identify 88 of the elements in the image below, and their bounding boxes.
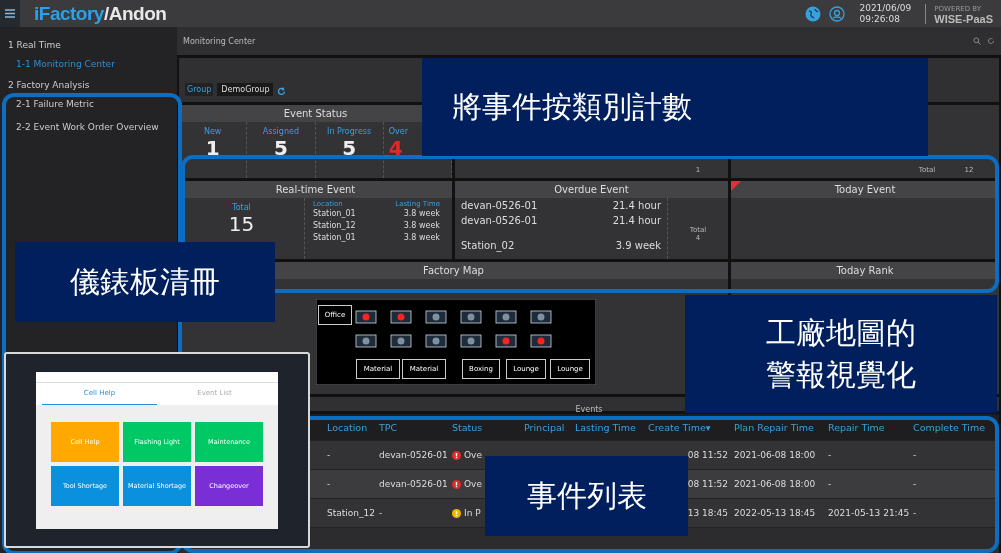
user-icon[interactable] (829, 5, 846, 22)
table-cell-text: - (326, 450, 332, 460)
station-marker[interactable] (355, 334, 377, 348)
table-cell-text: - (912, 450, 918, 460)
table-cell-text: 3.8 week (402, 220, 440, 232)
station-marker[interactable] (425, 310, 447, 324)
status-count: 5 (342, 136, 357, 160)
status-text: Ove (464, 479, 482, 489)
table-cell-text: 08 11:52 (686, 479, 729, 489)
refresh-icon[interactable] (987, 37, 995, 45)
callout-text: 事件列表 (526, 477, 647, 515)
station-marker[interactable] (530, 310, 552, 324)
globe-icon[interactable] (805, 5, 822, 22)
table-cell-text: 08 11:52 (686, 450, 729, 460)
table-cell-text: Station_01 (313, 208, 357, 220)
table-cell-text: 2021-06-08 18:00 (733, 450, 817, 460)
app-logo: iFactory/Andon (34, 2, 167, 25)
section-title: Events (575, 405, 603, 414)
date-text: 2021/06/09 (859, 2, 912, 14)
group-label: Group (185, 83, 214, 96)
station-marker[interactable] (390, 334, 412, 348)
table-cell-text: devan-0526-01 (461, 199, 538, 213)
total-value: 15 (228, 212, 255, 236)
table-cell-text: Station_12 (326, 508, 376, 518)
table-cell-text: 2021-05-13 21:45 (827, 508, 910, 518)
status-text: Ove (464, 450, 482, 460)
platform-logo: WISE-PaaS (934, 13, 993, 24)
table-cell-text: - (827, 479, 833, 489)
column-header[interactable]: Plan Repair Time (731, 421, 825, 433)
status-count: 1 (205, 136, 220, 160)
table-cell-text: 3.8 week (402, 208, 440, 220)
station-marker[interactable] (355, 310, 377, 324)
table-cell-text: - (378, 508, 384, 518)
column-header[interactable]: Complete Time (910, 421, 998, 433)
column-header[interactable]: Location (324, 421, 376, 433)
total-label: Total (232, 203, 251, 212)
table-cell-text: Station_02 (461, 239, 515, 253)
table-cell-text: devan-0526-01 (378, 479, 449, 489)
status-label: In Progress (327, 127, 372, 136)
time-text: 09:26:08 (859, 13, 901, 25)
status-text: In P (464, 508, 481, 518)
menu-icon[interactable] (0, 0, 20, 27)
table-cell-text: devan-0526-01 (378, 450, 449, 460)
callout-text: 將事件按類別計數 (452, 88, 692, 126)
status-count: 4 (388, 136, 403, 160)
column-header[interactable]: Principal (521, 421, 572, 433)
status-label: New (203, 127, 222, 136)
table-cell-text: Station_01 (313, 232, 357, 244)
table-cell-text: - (912, 479, 918, 489)
table-cell-text: 2021-06-08 18:00 (733, 479, 817, 489)
sidebar-item[interactable]: 2-2 Event Work Order Overview (0, 117, 177, 140)
sidebar-item[interactable]: 2-1 Failure Metric (0, 94, 177, 117)
status-label: Over (388, 127, 408, 136)
column-header[interactable]: Repair Time (825, 421, 910, 433)
status-count: 5 (273, 136, 288, 160)
status-label: Assigned (262, 127, 299, 136)
sidebar-group[interactable]: 1 Real Time (0, 37, 177, 54)
search-icon[interactable] (973, 37, 981, 45)
refresh-icon[interactable] (277, 87, 287, 96)
table-cell-text: - (326, 479, 332, 489)
table-cell-text: 3.9 week (615, 239, 661, 253)
column-header[interactable]: Status (449, 421, 521, 433)
table-cell-text: Station_12 (313, 220, 357, 232)
panel-title: Overdue Event (455, 181, 728, 198)
table-cell-text: 3.8 week (402, 232, 440, 244)
group-select[interactable]: DemoGroup (217, 83, 274, 96)
callout-text: 工廠地圖的 (766, 314, 916, 352)
sidebar-item[interactable]: 1-1 Monitoring Center (0, 54, 177, 77)
table-cell-text: 2022-05-13 18:45 (733, 508, 817, 518)
table-cell-text: - (912, 508, 918, 518)
station-marker[interactable] (495, 310, 517, 324)
sidebar-group[interactable]: 2 Factory Analysis (0, 77, 177, 94)
table-cell-text: 13 18:45 (686, 508, 729, 518)
table-cell-text: 21.4 hour (612, 214, 661, 228)
station-marker[interactable] (530, 334, 552, 348)
station-marker[interactable] (460, 334, 482, 348)
table-cell-text: devan-0526-01 (461, 214, 538, 228)
station-marker[interactable] (460, 310, 482, 324)
station-marker[interactable] (390, 310, 412, 324)
station-marker[interactable] (425, 334, 447, 348)
column-header[interactable]: Create Time▾ (645, 421, 731, 433)
station-marker[interactable] (495, 334, 517, 348)
table-cell-text: 21.4 hour (612, 199, 661, 213)
column-header[interactable]: Lasting Time (572, 421, 645, 433)
table-cell-text: - (827, 450, 833, 460)
callout-text: 警報視覺化 (766, 356, 916, 394)
breadcrumb: Monitoring Center (183, 36, 256, 46)
column-header[interactable]: TPC (376, 421, 449, 433)
